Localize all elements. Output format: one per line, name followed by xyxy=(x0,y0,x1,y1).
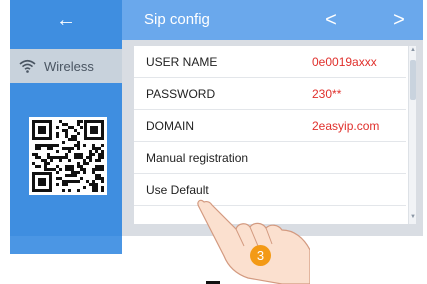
wifi-icon xyxy=(19,59,36,73)
page-title: Sip config xyxy=(144,11,210,28)
header-bar: Sip config < > xyxy=(122,0,423,40)
scroll-down-icon[interactable]: ▼ xyxy=(410,214,416,220)
sidebar-item-wireless[interactable]: Wireless xyxy=(10,49,122,83)
row-password[interactable]: PASSWORD 230** xyxy=(134,78,406,110)
back-button[interactable]: ← xyxy=(10,0,122,40)
row-value: 2easyip.com xyxy=(312,119,380,133)
scrollbar[interactable]: ▲ ▼ xyxy=(408,46,416,224)
pointing-hand-icon xyxy=(197,199,310,284)
row-user-name[interactable]: USER NAME 0e0019axxx xyxy=(134,46,406,78)
prev-page-button[interactable]: < xyxy=(317,6,345,34)
back-arrow-icon: ← xyxy=(56,8,76,31)
row-value: 230** xyxy=(312,87,342,101)
sidebar: ← Wireless xyxy=(10,0,122,254)
qr-code-image xyxy=(29,117,107,195)
row-label: Manual registration xyxy=(146,151,249,165)
row-label: PASSWORD xyxy=(146,87,216,101)
row-manual-registration[interactable]: Manual registration xyxy=(134,142,406,174)
scroll-up-icon[interactable]: ▲ xyxy=(410,47,416,53)
scrollbar-thumb[interactable] xyxy=(410,60,416,100)
next-page-button[interactable]: > xyxy=(385,6,413,34)
chevron-left-icon: < xyxy=(325,8,337,31)
row-value: 0e0019axxx xyxy=(312,55,377,69)
chevron-right-icon: > xyxy=(393,8,405,31)
row-domain[interactable]: DOMAIN 2easyip.com xyxy=(134,110,406,142)
sidebar-footer xyxy=(10,236,122,254)
row-label: USER NAME xyxy=(146,55,218,69)
row-label: DOMAIN xyxy=(146,119,194,133)
step-number-badge: 3 xyxy=(250,245,271,266)
sidebar-item-label: Wireless xyxy=(44,58,94,74)
